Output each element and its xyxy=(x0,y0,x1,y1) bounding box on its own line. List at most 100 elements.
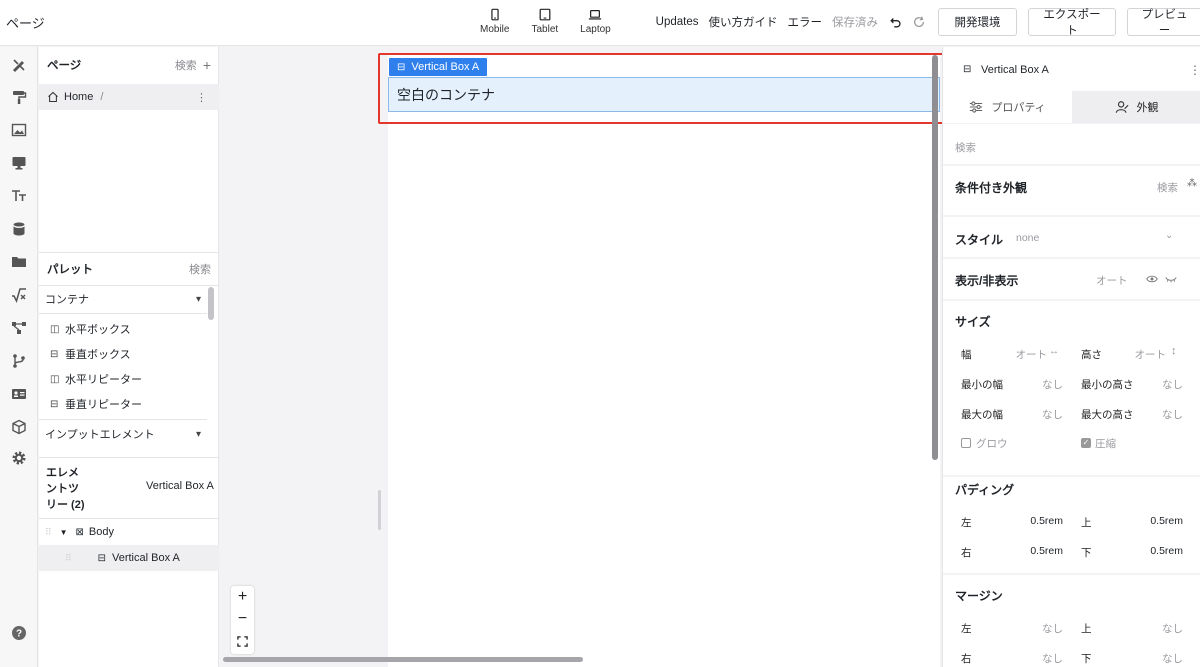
export-button[interactable]: エクスポート xyxy=(1028,8,1116,37)
palette-item-vbox[interactable]: ⊟ 垂直ボックス xyxy=(50,346,131,362)
add-page-icon[interactable]: + xyxy=(203,57,211,73)
palette-search[interactable]: 検索 xyxy=(189,261,211,277)
grow-checkbox[interactable] xyxy=(961,438,971,448)
add-condition-icon[interactable]: ⁂ xyxy=(1187,178,1197,189)
zoom-out-button[interactable]: − xyxy=(231,608,254,630)
style-section[interactable]: スタイル none ⌄ xyxy=(943,217,1200,257)
dev-env-button[interactable]: 開発環境 xyxy=(938,8,1017,36)
width-value[interactable]: オート xyxy=(1013,347,1048,362)
fit-screen-button[interactable] xyxy=(231,630,254,652)
page-item-home[interactable]: Home / ⋮ xyxy=(39,84,219,110)
zoom-controls: + − xyxy=(231,586,254,654)
device-laptop-label: Laptop xyxy=(580,24,611,35)
errors-link[interactable]: エラー xyxy=(788,14,823,30)
vbox-icon: ⊟ xyxy=(50,348,59,360)
category-input-label: インプットエレメント xyxy=(45,429,155,441)
tree-row-label: Body xyxy=(88,526,114,538)
canvas-vertical-scrollbar[interactable] xyxy=(932,55,938,460)
visibility-value[interactable]: オート xyxy=(1096,273,1128,288)
device-mobile-label: Mobile xyxy=(480,24,510,35)
device-switcher: Mobile Tablet Laptop xyxy=(480,8,611,35)
device-mobile-button[interactable]: Mobile xyxy=(480,8,509,35)
chevron-down-icon[interactable]: ⌄ xyxy=(1165,230,1173,241)
hbox-icon: ◫ xyxy=(50,323,60,335)
margin-top-value[interactable]: なし xyxy=(1151,621,1183,636)
help-icon[interactable]: ? xyxy=(11,625,27,641)
eye-icon[interactable] xyxy=(1146,273,1158,285)
inspector-more-icon[interactable]: ⋮ xyxy=(1189,63,1200,77)
max-width-value[interactable]: なし xyxy=(1031,407,1063,422)
caret-down-icon[interactable]: ▼ xyxy=(60,528,68,537)
category-container[interactable]: コンテナ ▾ xyxy=(39,285,207,313)
max-height-value[interactable]: なし xyxy=(1151,407,1183,422)
folder-icon[interactable] xyxy=(11,254,27,270)
settings-icon[interactable] xyxy=(11,450,27,466)
image-icon[interactable] xyxy=(11,122,27,138)
shrink-checkbox[interactable]: ✓ xyxy=(1081,438,1091,448)
artboard-resize-handle[interactable] xyxy=(378,490,381,530)
tree-row-vbox[interactable]: ⠿ ⊟ Vertical Box A xyxy=(39,545,219,571)
workflow-icon[interactable] xyxy=(11,320,27,336)
drag-handle-icon[interactable]: ⠿ xyxy=(65,553,72,564)
conditional-title: 条件付き外観 xyxy=(955,181,1028,195)
padding-right-label: 右 xyxy=(961,547,972,559)
margin-left-label: 左 xyxy=(961,623,972,635)
page-more-icon[interactable]: ⋮ xyxy=(196,91,207,104)
palette-item-hbox[interactable]: ◫ 水平ボックス xyxy=(50,321,131,337)
inspector-search[interactable]: 検索 xyxy=(955,140,976,155)
margin-bottom-value[interactable]: なし xyxy=(1151,651,1183,666)
padding-left-value[interactable]: 0.5rem xyxy=(1013,515,1063,527)
id-card-icon[interactable] xyxy=(11,386,27,402)
undo-icon[interactable] xyxy=(888,14,904,30)
min-height-value[interactable]: なし xyxy=(1151,377,1183,392)
palette-item-vrepeater[interactable]: ⊟ 垂直リピーター xyxy=(50,396,142,412)
artboard[interactable] xyxy=(388,55,940,667)
design-tools-icon[interactable] xyxy=(11,57,27,73)
preview-button[interactable]: プレビュー xyxy=(1127,8,1200,37)
package-icon[interactable] xyxy=(11,419,27,435)
updates-link[interactable]: Updates xyxy=(656,16,699,28)
padding-top-value[interactable]: 0.5rem xyxy=(1133,515,1183,527)
tab-appearance[interactable]: 外観 xyxy=(1072,91,1200,123)
device-tablet-button[interactable]: Tablet xyxy=(531,8,558,35)
vbox-icon: ⊟ xyxy=(963,64,972,75)
formula-icon[interactable] xyxy=(11,287,27,304)
tab-properties-label: プロパティ xyxy=(991,102,1046,114)
min-width-value[interactable]: なし xyxy=(1031,377,1063,392)
size-section: サイズ 幅 オート ↔ 高さ オート ↕ 最小の幅 なし 最小の高さ なし 最大… xyxy=(943,301,1200,475)
database-icon[interactable] xyxy=(11,221,27,237)
height-value[interactable]: オート xyxy=(1131,347,1167,362)
palette-scrollbar[interactable] xyxy=(208,287,214,320)
padding-right-value[interactable]: 0.5rem xyxy=(1013,545,1063,557)
canvas-horizontal-scrollbar[interactable] xyxy=(223,657,583,662)
zoom-in-button[interactable]: + xyxy=(231,586,254,608)
branch-icon[interactable] xyxy=(11,353,27,369)
device-laptop-button[interactable]: Laptop xyxy=(580,8,611,35)
text-icon[interactable] xyxy=(11,188,27,204)
padding-bottom-value[interactable]: 0.5rem xyxy=(1133,545,1183,557)
palette-item-label: 垂直ボックス xyxy=(65,349,131,361)
margin-bottom-label: 下 xyxy=(1081,653,1092,665)
conditional-search[interactable]: 検索 xyxy=(1157,180,1178,195)
monitor-icon[interactable] xyxy=(11,155,27,171)
guide-link[interactable]: 使い方ガイド xyxy=(709,14,778,30)
redo-icon[interactable] xyxy=(911,14,927,30)
margin-right-value[interactable]: なし xyxy=(1031,651,1063,666)
pages-search[interactable]: 検索 xyxy=(175,57,197,73)
paint-roller-icon[interactable] xyxy=(11,89,27,105)
canvas-area[interactable] xyxy=(219,47,942,667)
drag-handle-icon[interactable]: ⠿ xyxy=(45,527,52,538)
mobile-icon xyxy=(491,8,499,21)
max-width-label: 最大の幅 xyxy=(961,409,1003,421)
palette-item-hrepeater[interactable]: ◫ 水平リピーター xyxy=(50,371,142,387)
category-input[interactable]: インプットエレメント ▾ xyxy=(39,420,207,448)
margin-left-value[interactable]: なし xyxy=(1031,621,1063,636)
tree-row-body[interactable]: ⠿ ▼ ⊠ Body xyxy=(39,519,219,545)
divider xyxy=(39,313,207,314)
device-tablet-label: Tablet xyxy=(531,24,559,35)
tab-properties[interactable]: プロパティ xyxy=(943,91,1072,123)
inspector-element-name: Vertical Box A xyxy=(981,64,1049,76)
eye-closed-icon[interactable] xyxy=(1165,273,1177,285)
tablet-icon xyxy=(539,8,551,21)
inspector-search-row[interactable]: 検索 xyxy=(943,124,1200,164)
